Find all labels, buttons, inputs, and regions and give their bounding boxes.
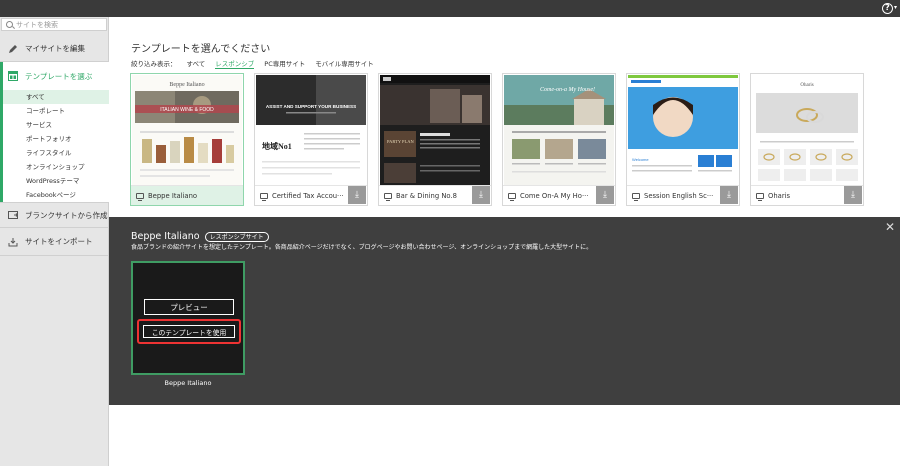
sidebar-item-choose-template[interactable]: テンプレートを選ぶ — [0, 62, 109, 90]
close-icon[interactable]: ✕ — [885, 221, 895, 233]
preview-button[interactable]: プレビュー — [144, 299, 234, 315]
category-facebook-page[interactable]: Facebookページ — [3, 188, 109, 202]
chevron-down-icon[interactable]: ▾ — [894, 2, 897, 14]
sidebar-item-label: マイサイトを編集 — [25, 44, 85, 53]
monitor-icon — [136, 192, 144, 201]
template-card-oharis[interactable]: Oharis Oharis ⤓ — [750, 73, 864, 206]
use-template-button[interactable]: このテンプレートを使用 — [143, 325, 235, 338]
download-icon: ⤓ — [851, 190, 855, 200]
preview-template-name: Beppe Italiano — [164, 379, 212, 387]
template-card-session-english-school[interactable]: Welcome Session English Sc··· ⤓ — [626, 73, 740, 206]
category-portfolio[interactable]: ポートフォリオ — [3, 132, 109, 146]
sidebar-item-import-site[interactable]: サイトをインポート — [0, 228, 109, 256]
thumb-title: ASSIST AND SUPPORT YOUR BUSINESS — [266, 104, 356, 109]
template-thumbnail: Welcome — [628, 75, 738, 186]
monitor-icon — [632, 192, 640, 201]
category-lifestyle[interactable]: ライフスタイル — [3, 146, 109, 160]
search-placeholder: サイトを検索 — [16, 20, 58, 29]
template-preview-card: プレビュー このテンプレートを使用 — [131, 261, 245, 375]
panel-template-name: Beppe Italiano — [131, 231, 200, 242]
monitor-icon — [260, 192, 268, 201]
download-button[interactable]: ⤓ — [472, 186, 490, 204]
sidebar-item-blank-site[interactable]: ブランクサイトから作成 — [0, 202, 109, 228]
template-card-come-on-a-my-house[interactable]: Come-on-a My House! Come On-A My Ho··· ⤓ — [502, 73, 616, 206]
template-card-bar-dining[interactable]: PARTY PLAN Bar & Dining No.8 ⤓ — [378, 73, 492, 206]
template-detail-panel: Beppe Italiano レスポンシブサイト 食品ブランドの紹介サイトを想定… — [109, 217, 900, 405]
template-thumbnail: Beppe Italiano ITALIAN WINE & FOOD — [132, 75, 242, 186]
category-online-shop[interactable]: オンラインショップ — [3, 160, 109, 174]
site-search-input[interactable]: サイトを検索 — [1, 18, 107, 31]
panel-title: Beppe Italiano レスポンシブサイト — [131, 231, 269, 242]
template-thumbnail: Come-on-a My House! — [504, 75, 614, 186]
download-icon: ⤓ — [727, 190, 731, 200]
template-thumbnail: ASSIST AND SUPPORT YOUR BUSINESS 地域No1 — [256, 75, 366, 186]
sidebar-item-label: ブランクサイトから作成 — [25, 210, 108, 220]
thumb-title: Beppe Italiano — [169, 82, 204, 88]
help-menu[interactable]: ? ▾ — [881, 2, 897, 14]
template-grid: Beppe Italiano ITALIAN WINE & FOOD Beppe… — [130, 73, 864, 206]
use-template-highlight: このテンプレートを使用 — [137, 319, 241, 344]
monitor-icon — [384, 192, 392, 201]
download-icon: ⤓ — [603, 190, 607, 200]
filter-responsive[interactable]: レスポンシブ — [215, 58, 255, 69]
download-icon: ⤓ — [355, 190, 359, 200]
thumb-title: Oharis — [800, 83, 813, 88]
category-service[interactable]: サービス — [3, 118, 109, 132]
download-button[interactable]: ⤓ — [596, 186, 614, 204]
filter-bar: 絞り込み表示： すべて レスポンシブ PC専用サイト モバイル専用サイト — [131, 58, 374, 69]
download-icon: ⤓ — [479, 190, 483, 200]
thumb-big: 地域No1 — [262, 141, 292, 151]
filter-pc[interactable]: PC専用サイト — [264, 58, 305, 69]
sidebar-item-label: サイトをインポート — [25, 237, 93, 246]
template-name: Session English Sc··· — [644, 191, 714, 200]
template-thumbnail: PARTY PLAN — [380, 75, 490, 186]
template-card-beppe-italiano[interactable]: Beppe Italiano ITALIAN WINE & FOOD Beppe… — [130, 73, 244, 206]
filter-all[interactable]: すべて — [187, 58, 206, 69]
sidebar-item-label: テンプレートを選ぶ — [25, 71, 93, 81]
thumb-title: PARTY PLAN — [387, 139, 415, 144]
monitor-icon — [756, 192, 764, 201]
help-icon[interactable]: ? — [881, 2, 893, 14]
category-list: すべて コーポレート サービス ポートフォリオ ライフスタイル オンラインショッ… — [0, 90, 109, 202]
thumb-banner: ITALIAN WINE & FOOD — [160, 107, 214, 113]
filter-mobile[interactable]: モバイル専用サイト — [315, 58, 374, 69]
template-thumbnail: Oharis — [752, 75, 862, 186]
pencil-icon — [8, 44, 18, 54]
layout-icon — [8, 71, 18, 81]
thumb-title: Welcome — [632, 157, 649, 162]
template-caption: Beppe Italiano — [131, 185, 243, 205]
thumb-title: Come-on-a My House! — [540, 87, 595, 93]
category-wordpress-theme[interactable]: WordPressテーマ — [3, 174, 109, 188]
top-bar: ? ▾ — [0, 0, 900, 17]
download-button[interactable]: ⤓ — [844, 186, 862, 204]
template-name: Certified Tax Accou··· — [272, 191, 344, 200]
search-icon — [6, 21, 13, 28]
sidebar: サイトを検索 マイサイトを編集 テンプレートを選ぶ すべて コーポレート サービ… — [0, 17, 109, 466]
monitor-icon — [508, 192, 516, 201]
category-corporate[interactable]: コーポレート — [3, 104, 109, 118]
main-content: テンプレートを選んでください 絞り込み表示： すべて レスポンシブ PC専用サイ… — [109, 17, 900, 466]
category-all[interactable]: すべて — [3, 90, 109, 104]
download-button[interactable]: ⤓ — [348, 186, 366, 204]
responsive-badge: レスポンシブサイト — [204, 231, 269, 242]
page-title: テンプレートを選んでください — [131, 44, 271, 55]
panel-description: 食品ブランドの紹介サイトを想定したテンプレート。各商品紹介ページだけでなく、ブロ… — [131, 244, 593, 251]
template-name: Come On-A My Ho··· — [520, 191, 589, 200]
download-button[interactable]: ⤓ — [720, 186, 738, 204]
template-card-certified-tax[interactable]: ASSIST AND SUPPORT YOUR BUSINESS 地域No1 C… — [254, 73, 368, 206]
template-name: Bar & Dining No.8 — [396, 191, 457, 200]
filter-label: 絞り込み表示： — [131, 60, 177, 68]
sidebar-item-edit-site[interactable]: マイサイトを編集 — [0, 36, 109, 62]
import-icon — [8, 237, 18, 247]
template-name: Oharis — [768, 191, 791, 200]
template-name: Beppe Italiano — [148, 191, 198, 200]
new-site-icon — [8, 210, 18, 220]
